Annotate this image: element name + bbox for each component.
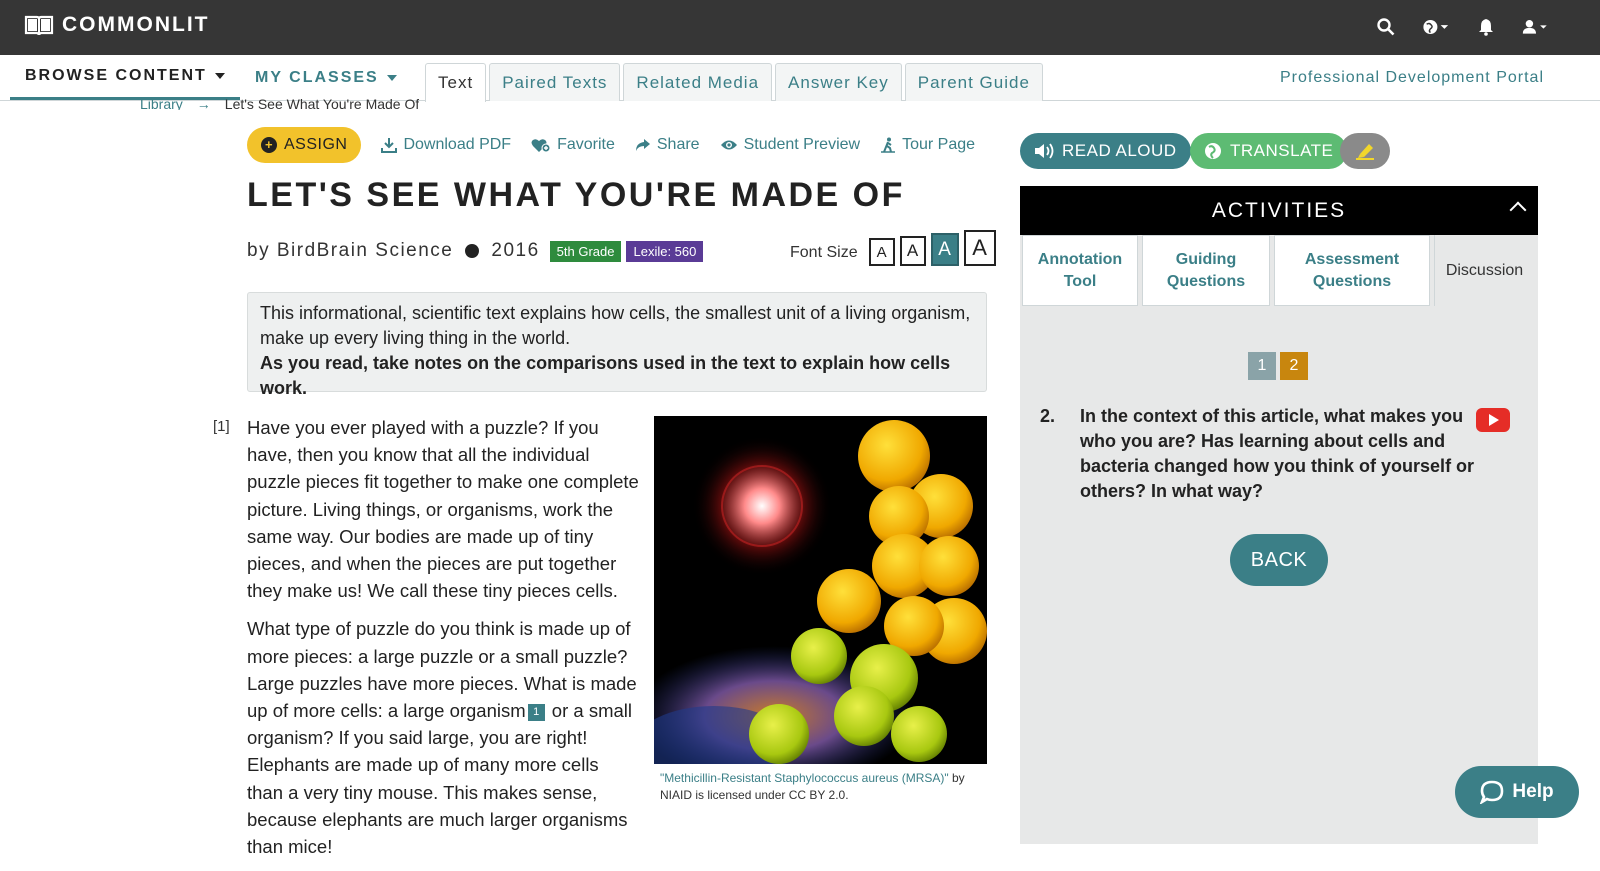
activities-title: ACTIVITIES xyxy=(1211,198,1347,222)
read-aloud-button[interactable]: READ ALOUD xyxy=(1020,133,1191,169)
tab-answer-key[interactable]: Answer Key xyxy=(775,63,902,101)
tab-guiding-questions[interactable]: Guiding Questions xyxy=(1142,235,1270,306)
question-pager: 1 2 xyxy=(1248,352,1308,380)
font-size-medium-button[interactable]: A xyxy=(899,236,926,266)
year: 2016 xyxy=(491,240,540,261)
grade-badge: 5th Grade xyxy=(549,240,622,262)
globe-icon xyxy=(1205,143,1221,159)
paragraph-number: [1] xyxy=(213,418,230,435)
article-body: Have you ever played with a puzzle? If y… xyxy=(247,414,639,871)
text-introduction: This informational, scientific text expl… xyxy=(247,292,987,398)
download-pdf-label: Download PDF xyxy=(403,136,512,153)
font-size-small-button[interactable]: A xyxy=(868,238,895,266)
globe-icon[interactable] xyxy=(1422,14,1450,40)
student-preview-button[interactable]: Student Preview xyxy=(720,136,861,154)
tab-related-media[interactable]: Related Media xyxy=(623,63,773,101)
help-button[interactable]: Help xyxy=(1455,766,1579,818)
page-title: LET'S SEE WHAT YOU'RE MADE OF xyxy=(247,176,905,214)
mrsa-illustration xyxy=(654,416,987,764)
share-icon xyxy=(635,139,650,151)
activity-tabs: Annotation Tool Guiding Questions Assess… xyxy=(1020,235,1538,306)
hiker-icon xyxy=(881,137,896,153)
my-classes-label: MY CLASSES xyxy=(255,68,379,86)
download-pdf-button[interactable]: Download PDF xyxy=(381,136,511,154)
user-icon[interactable] xyxy=(1522,14,1550,40)
lexile-badge: Lexile: 560 xyxy=(626,240,704,262)
tab-text[interactable]: Text xyxy=(425,63,487,102)
breadcrumb-library[interactable]: Library xyxy=(140,96,183,110)
commonlit-logo[interactable]: COMMONLIT xyxy=(24,13,209,37)
highlighter-icon xyxy=(1356,144,1374,160)
student-preview-label: Student Preview xyxy=(743,136,861,153)
speaker-icon xyxy=(1035,143,1054,159)
tab-assessment-questions[interactable]: Assessment Questions xyxy=(1274,235,1430,306)
content-nav: BROWSE CONTENT MY CLASSES Text Paired Te… xyxy=(0,55,1600,102)
search-icon[interactable] xyxy=(1372,14,1400,40)
image-caption: "Methicillin-Resistant Staphylococcus au… xyxy=(660,770,990,804)
share-label: Share xyxy=(656,136,700,153)
back-button[interactable]: BACK xyxy=(1230,534,1328,586)
favorite-button[interactable]: Favorite xyxy=(531,136,615,154)
browse-content-menu[interactable]: BROWSE CONTENT xyxy=(10,55,240,100)
font-size-xlarge-button[interactable]: A xyxy=(963,230,996,266)
tab-discussion[interactable]: Discussion xyxy=(1434,235,1534,306)
activities-panel: ACTIVITIES Annotation Tool Guiding Quest… xyxy=(1020,186,1538,844)
browse-content-label: BROWSE CONTENT xyxy=(25,67,207,84)
my-classes-menu[interactable]: MY CLASSES xyxy=(240,55,412,100)
font-size-large-button[interactable]: A xyxy=(930,233,959,266)
author: by BirdBrain Science xyxy=(247,240,454,261)
tour-page-button[interactable]: Tour Page xyxy=(880,136,975,154)
logo-text: COMMONLIT xyxy=(62,13,210,36)
chevron-down-icon xyxy=(214,73,225,79)
highlighter-button[interactable] xyxy=(1340,133,1390,169)
intro-text: This informational, scientific text expl… xyxy=(260,303,971,348)
page-1-button[interactable]: 1 xyxy=(1248,352,1276,380)
text-actions: + ASSIGN Download PDF Favorite Share Stu… xyxy=(247,127,975,163)
chat-bubble-icon xyxy=(1480,780,1504,804)
help-label: Help xyxy=(1512,781,1554,802)
caption-link[interactable]: "Methicillin-Resistant Staphylococcus au… xyxy=(660,771,949,785)
favorite-label: Favorite xyxy=(557,136,615,153)
tab-parent-guide[interactable]: Parent Guide xyxy=(904,63,1043,101)
byline: by BirdBrain Science 2016 5th Grade Lexi… xyxy=(247,240,704,262)
read-aloud-label: READ ALOUD xyxy=(1062,141,1177,160)
footnote-marker[interactable]: 1 xyxy=(527,704,545,722)
breadcrumb-current: Let's See What You're Made Of xyxy=(224,96,420,110)
assign-label: ASSIGN xyxy=(284,136,348,153)
tab-annotation-tool[interactable]: Annotation Tool xyxy=(1022,235,1138,306)
paragraph-text: or a small organism? If you said large, … xyxy=(247,700,632,858)
breadcrumb: Library → Let's See What You're Made Of xyxy=(140,96,419,110)
share-button[interactable]: Share xyxy=(635,136,700,154)
question-text: In the context of this article, what mak… xyxy=(1080,406,1475,501)
separator-dot xyxy=(465,244,480,258)
chevron-up-icon[interactable] xyxy=(1509,201,1527,219)
font-size-label: Font Size xyxy=(790,244,858,261)
font-size-control: Font Size A A A A xyxy=(790,230,996,266)
professional-development-link[interactable]: Professional Development Portal xyxy=(1280,69,1544,87)
arrow-right-icon: → xyxy=(196,96,211,110)
question-number: 2. xyxy=(1040,406,1056,426)
page-2-button[interactable]: 2 xyxy=(1280,352,1308,380)
text-tabs: Text Paired Texts Related Media Answer K… xyxy=(425,63,1043,102)
assign-button[interactable]: + ASSIGN xyxy=(247,127,362,163)
top-bar: COMMONLIT xyxy=(0,0,1600,55)
book-icon xyxy=(24,15,54,36)
paragraph[interactable]: Have you ever played with a puzzle? If y… xyxy=(247,414,639,604)
download-icon xyxy=(381,138,398,153)
discussion-question: 2. In the context of this article, what … xyxy=(1040,404,1480,504)
bell-icon[interactable] xyxy=(1472,14,1500,40)
eye-icon xyxy=(720,140,737,150)
intro-instruction: As you read, take notes on the compariso… xyxy=(260,353,951,398)
translate-button[interactable]: TRANSLATE xyxy=(1190,133,1348,169)
activities-header[interactable]: ACTIVITIES xyxy=(1020,186,1538,235)
plus-circle-icon: + xyxy=(261,137,277,153)
tab-paired-texts[interactable]: Paired Texts xyxy=(489,63,621,101)
translate-label: TRANSLATE xyxy=(1230,141,1334,160)
heart-icon xyxy=(531,139,551,153)
chevron-down-icon xyxy=(386,74,397,81)
paragraph[interactable]: What type of puzzle do you think is made… xyxy=(247,615,639,860)
youtube-icon[interactable] xyxy=(1476,408,1510,432)
tour-page-label: Tour Page xyxy=(902,136,976,153)
bacteria-image xyxy=(654,416,987,764)
